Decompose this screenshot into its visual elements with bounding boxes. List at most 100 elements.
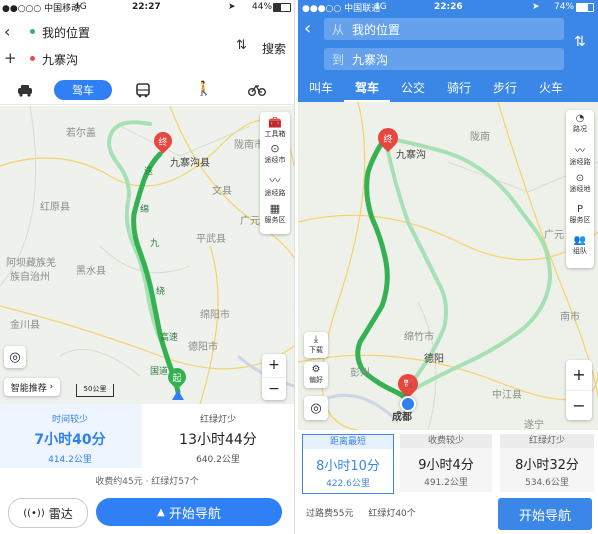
start-navigation-button[interactable]: 开始导航 xyxy=(498,498,592,530)
to-input[interactable]: 到 九寨沟 xyxy=(324,48,564,70)
route-annotation-2: 绵 xyxy=(140,205,150,215)
tab-drive[interactable]: 驾车 xyxy=(344,76,390,102)
route-3-tag: 红绿灯少 xyxy=(500,434,594,448)
zoom-out-button[interactable]: − xyxy=(566,391,592,420)
end-dot-icon xyxy=(30,56,35,61)
map-label-deyang: 德阳 xyxy=(424,354,444,365)
taxi-icon[interactable] xyxy=(16,83,34,97)
route-summary: 过路费55元 红绿灯40个 xyxy=(306,506,416,519)
network-label: 4G xyxy=(374,2,387,12)
time-label: 22:27 xyxy=(132,2,161,12)
location-icon: ➤ xyxy=(228,2,236,12)
team-button[interactable]: 👥 组队 xyxy=(566,235,594,266)
add-waypoint-icon[interactable]: + xyxy=(4,49,17,67)
to-input[interactable]: 九寨沟 xyxy=(42,51,78,68)
radar-button[interactable]: ((•)) 雷达 xyxy=(8,498,88,528)
map-scale: 50公里 xyxy=(76,384,114,397)
team-label: 组队 xyxy=(573,247,587,255)
service-area-icon: P xyxy=(576,204,584,215)
zoom-out-button[interactable]: − xyxy=(262,378,286,400)
start-dot-icon xyxy=(30,29,35,34)
service-area-button[interactable]: ▦ 服务区 xyxy=(260,202,290,232)
to-value: 九寨沟 xyxy=(352,52,389,67)
map-toolbar: 🧰 工具箱 ⊙ 途经市 〰途经路 ▦ 服务区 xyxy=(260,112,290,234)
route-header: ●●●○○ 中国联通 4G 22:26 ➤ 74% ‹ 从 我的位置 到 九寨沟… xyxy=(298,0,598,102)
tab-cycling[interactable]: 骑行 xyxy=(436,76,482,102)
route-options: 距离最短 8小时10分 422.6公里 收费较少 9小时4分 491.2公里 红… xyxy=(298,432,598,494)
start-navigation-button[interactable]: ▲ 开始导航 xyxy=(96,498,282,526)
route-card-1[interactable]: 距离最短 8小时10分 422.6公里 xyxy=(302,434,394,494)
route-input-panel: ‹ 我的位置 + 九寨沟 ⇅ 搜索 xyxy=(0,16,294,74)
locate-button[interactable]: ◎ xyxy=(304,396,328,420)
map-label-guangyuan: 广元 xyxy=(544,230,564,241)
back-icon[interactable]: ‹ xyxy=(304,18,311,39)
walk-icon[interactable]: 🚶 xyxy=(195,81,212,97)
route-card-1[interactable]: 时间较少 7小时40分 414.2公里 xyxy=(0,404,140,468)
carrier-label: ●●○○○ 中国移动 xyxy=(2,3,81,14)
locate-button[interactable]: ◎ xyxy=(4,346,26,368)
map-label-longnan: 陇南 xyxy=(470,132,490,143)
route-card-2[interactable]: 收费较少 9小时4分 491.2公里 xyxy=(400,434,492,492)
service-area-button[interactable]: P 服务区 xyxy=(566,204,594,235)
from-input[interactable]: 从 我的位置 xyxy=(324,18,564,40)
mode-drive-label: 驾车 xyxy=(72,84,94,97)
via-place-icon: ⊙ xyxy=(575,173,585,184)
tab-taxi[interactable]: 叫车 xyxy=(298,76,344,102)
swap-icon[interactable]: ⇅ xyxy=(574,34,586,50)
back-icon[interactable]: ‹ xyxy=(4,22,10,41)
bus-icon[interactable] xyxy=(136,83,150,98)
zoom-in-button[interactable]: + xyxy=(262,354,286,378)
route-1-time: 7小时40分 xyxy=(34,432,106,448)
route-map[interactable]: 若尔盖 红原县 阿坝藏族羌 族自治州 黑水县 金川县 文县 平武县 广元 九寨沟… xyxy=(0,106,294,404)
via-road-button[interactable]: 〰途经路 xyxy=(566,142,594,173)
swap-icon[interactable]: ⇅ xyxy=(236,38,247,53)
mode-drive-tab[interactable]: 驾车 xyxy=(54,80,112,100)
route-2-distance: 640.2公里 xyxy=(196,455,240,465)
route-annotation-6: 国道 xyxy=(150,367,169,377)
transport-tab-row: 叫车 驾车 公交 骑行 步行 火车 xyxy=(298,76,598,102)
service-area-label: 服务区 xyxy=(264,216,286,224)
route-1-tag: 时间较少 xyxy=(51,415,88,425)
via-city-button[interactable]: ⊙ 途经市 xyxy=(260,142,290,172)
time-label: 22:26 xyxy=(434,2,463,12)
tab-train[interactable]: 火车 xyxy=(528,76,574,102)
zoom-in-button[interactable]: + xyxy=(566,360,592,391)
route-map[interactable]: 陇南 九寨沟 广元 绵竹市 德阳 成都 遂宁 中江县 南市 彭州 终 ⛽ ◔ 路况… xyxy=(298,102,598,430)
start-navigation-label: 开始导航 xyxy=(168,506,221,522)
via-road-button[interactable]: 〰途经路 xyxy=(260,172,290,202)
traffic-lights-label: 红绿灯40个 xyxy=(368,509,416,519)
via-road-icon: 〰 xyxy=(269,174,281,187)
map-label-pingwu: 平武县 xyxy=(196,234,226,245)
route-2-distance: 491.2公里 xyxy=(424,478,468,488)
bike-icon[interactable] xyxy=(248,83,266,97)
map-label-zhongjiang: 中江县 xyxy=(492,390,522,401)
map-label-jiuzhaigou: 九寨沟 xyxy=(396,150,426,161)
route-card-2[interactable]: 红绿灯少 13小时44分 640.2公里 xyxy=(142,404,294,468)
preference-button[interactable]: ⚙ 偏好 xyxy=(304,362,328,388)
status-bar: ●●○○○ 中国移动 4G 22:27 ➤ 44% xyxy=(0,0,294,14)
tab-transit[interactable]: 公交 xyxy=(390,76,436,102)
search-button[interactable]: 搜索 xyxy=(262,40,286,57)
service-area-icon: ▦ xyxy=(269,202,281,215)
map-label-hongyuan: 红原县 xyxy=(40,202,70,213)
toolbox-button[interactable]: 🧰 工具箱 xyxy=(260,112,290,142)
location-icon: ➤ xyxy=(532,2,540,12)
via-place-label: 途经地 xyxy=(569,185,591,193)
smart-recommend-button[interactable]: 智能推荐 › xyxy=(4,378,60,396)
route-1-distance: 422.6公里 xyxy=(326,479,370,489)
map-label-wenxian: 文县 xyxy=(212,186,232,197)
toll-label: 过路费55元 xyxy=(306,509,354,519)
map-label-mianzhu: 绵竹市 xyxy=(404,332,434,343)
traffic-button[interactable]: ◔ 路况 xyxy=(566,110,594,142)
download-button[interactable]: ⤓ 下载 xyxy=(304,332,328,358)
via-place-button[interactable]: ⊙ 途经地 xyxy=(566,173,594,204)
route-card-3[interactable]: 红绿灯少 8小时32分 534.6公里 xyxy=(500,434,594,492)
from-input[interactable]: 我的位置 xyxy=(42,24,90,41)
locate-icon: ◎ xyxy=(310,400,322,416)
tab-walking[interactable]: 步行 xyxy=(482,76,528,102)
route-annotation-3: 九 xyxy=(150,239,160,249)
via-city-icon: ⊙ xyxy=(270,142,280,155)
map-label-jiuzhaigou: 九寨沟县 xyxy=(170,158,210,169)
start-marker-label: 起 xyxy=(172,373,182,384)
toolbox-label: 工具箱 xyxy=(264,130,286,138)
